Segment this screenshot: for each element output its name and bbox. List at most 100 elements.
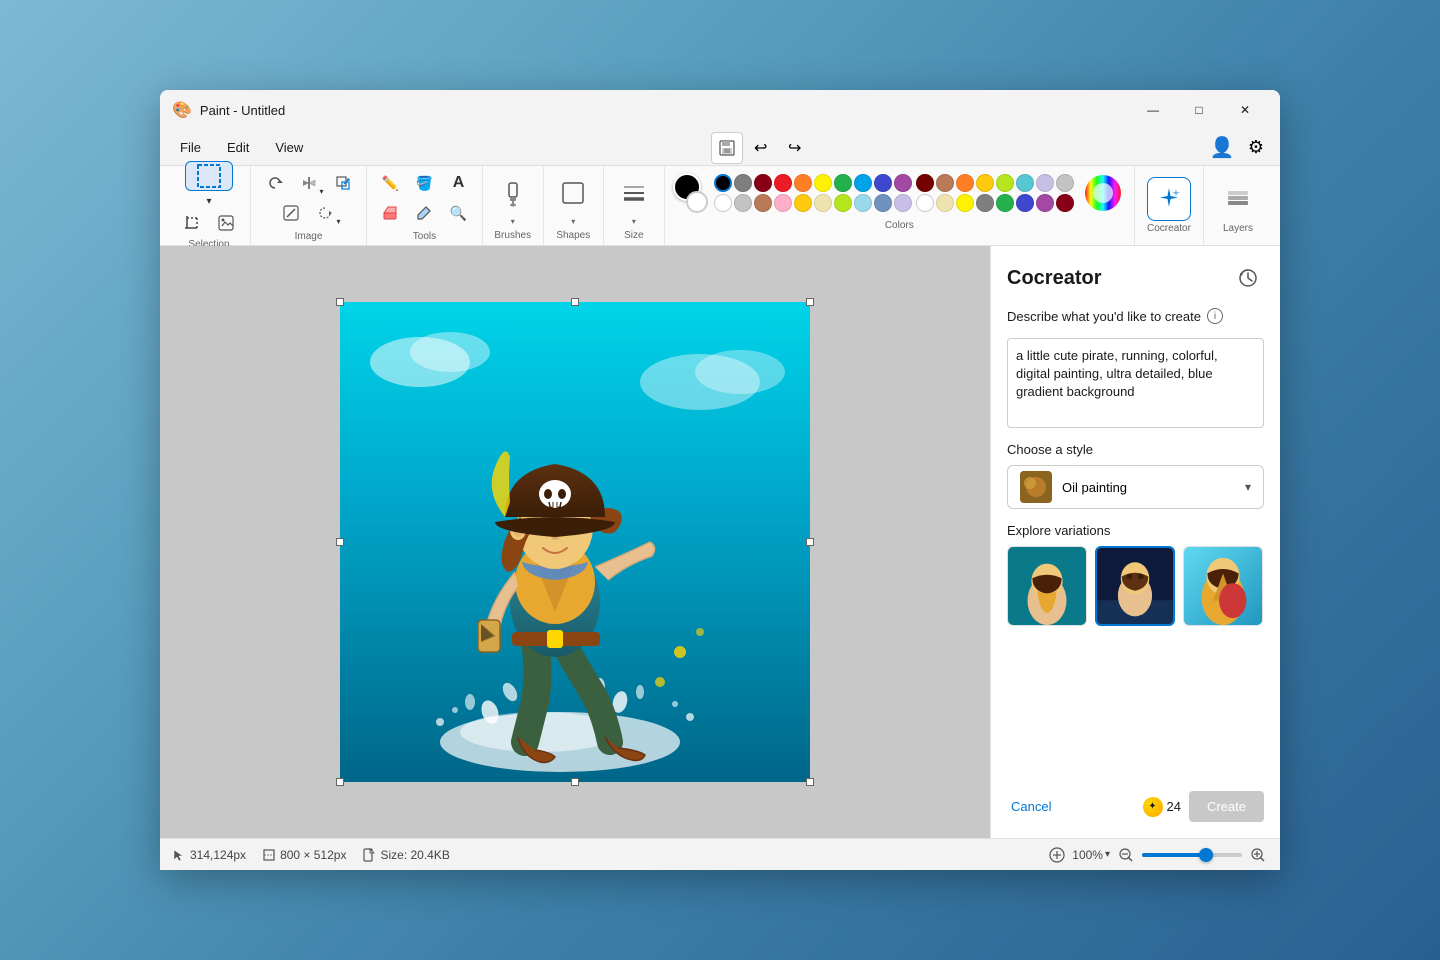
- color-violet[interactable]: [1036, 194, 1054, 212]
- zoom-slider[interactable]: [1142, 853, 1242, 857]
- panel-footer: Cancel ✦ 24 Create: [1007, 783, 1264, 822]
- info-icon[interactable]: i: [1207, 308, 1223, 324]
- color-indigo[interactable]: [874, 174, 892, 192]
- color-teal[interactable]: [1016, 174, 1034, 192]
- pencil-button[interactable]: ✏️: [374, 169, 406, 197]
- zoom-thumb[interactable]: [1199, 848, 1213, 862]
- color-picker-button[interactable]: [408, 199, 440, 227]
- variation-3[interactable]: [1183, 546, 1263, 626]
- color-gold[interactable]: [794, 194, 812, 212]
- color-brown[interactable]: [754, 194, 772, 212]
- crop-button[interactable]: [176, 209, 208, 237]
- color-green2[interactable]: [996, 194, 1014, 212]
- selection-tool-button[interactable]: [185, 161, 233, 191]
- color-periwinkle[interactable]: [1036, 174, 1054, 192]
- history-button[interactable]: [1232, 262, 1264, 294]
- brushes-button[interactable]: [491, 171, 535, 215]
- prompt-textarea[interactable]: a little cute pirate, running, colorful,…: [1007, 338, 1264, 428]
- cocreator-group[interactable]: Cocreator: [1135, 166, 1204, 245]
- color-grey[interactable]: [976, 194, 994, 212]
- settings-button[interactable]: ⚙: [1240, 132, 1272, 164]
- selection-dropdown[interactable]: ▾: [199, 193, 219, 209]
- cocreator-panel: Cocreator Describe what you'd like to cr…: [990, 246, 1280, 838]
- create-button[interactable]: Create: [1189, 791, 1264, 822]
- color-gainsboro[interactable]: [1056, 174, 1074, 192]
- color-white[interactable]: [714, 194, 732, 212]
- zoom-out-button[interactable]: [1116, 845, 1136, 865]
- variation-2[interactable]: [1095, 546, 1175, 626]
- user-avatar-button[interactable]: 👤: [1206, 132, 1238, 164]
- select-with-dropdown[interactable]: ▾: [309, 199, 341, 227]
- color-lavender[interactable]: [894, 194, 912, 212]
- size-button[interactable]: [612, 171, 656, 215]
- color-black[interactable]: [714, 174, 732, 192]
- rotate-button[interactable]: [259, 169, 291, 197]
- color-chartreuse[interactable]: [996, 174, 1014, 192]
- save-button[interactable]: [711, 132, 743, 164]
- color-blue2[interactable]: [1016, 194, 1034, 212]
- layers-group[interactable]: Layers: [1204, 166, 1272, 245]
- style-dropdown[interactable]: Oil painting ▾: [1007, 465, 1264, 509]
- handle-bottom-left[interactable]: [336, 778, 344, 786]
- magnify-button[interactable]: 🔍: [442, 199, 474, 227]
- color-blue[interactable]: [854, 174, 872, 192]
- color-red[interactable]: [774, 174, 792, 192]
- menu-file[interactable]: File: [168, 136, 213, 159]
- reimage-button[interactable]: [210, 209, 242, 237]
- color-silver[interactable]: [734, 194, 752, 212]
- color-steelblue[interactable]: [874, 194, 892, 212]
- handle-middle-right[interactable]: [806, 538, 814, 546]
- color-white2[interactable]: [916, 194, 934, 212]
- color-amber[interactable]: [976, 174, 994, 192]
- flip-button[interactable]: ▾: [293, 169, 325, 197]
- handle-middle-left[interactable]: [336, 538, 344, 546]
- color-pink[interactable]: [774, 194, 792, 212]
- color-yellow2[interactable]: [956, 194, 974, 212]
- handle-top-center[interactable]: [571, 298, 579, 306]
- color-lime[interactable]: [834, 194, 852, 212]
- full-screen-icon: [1048, 846, 1066, 864]
- zoom-in-button[interactable]: [1248, 845, 1268, 865]
- undo-button[interactable]: ↩: [745, 132, 777, 164]
- zoom-percent[interactable]: 100% ▾: [1072, 848, 1110, 862]
- color-gray[interactable]: [734, 174, 752, 192]
- menu-view[interactable]: View: [263, 136, 315, 159]
- eraser-button[interactable]: [374, 199, 406, 227]
- oil-painting-thumb: [1020, 471, 1052, 503]
- color-yellow[interactable]: [814, 174, 832, 192]
- color-wheat[interactable]: [936, 194, 954, 212]
- close-button[interactable]: ✕: [1222, 94, 1268, 126]
- erase-image-button[interactable]: [275, 199, 307, 227]
- color-wheel-icon: [1083, 173, 1123, 213]
- fg-bg-colors[interactable]: [673, 173, 708, 213]
- handle-top-left[interactable]: [336, 298, 344, 306]
- color-crimson[interactable]: [1056, 194, 1074, 212]
- describe-label: Describe what you'd like to create i: [1007, 308, 1264, 324]
- redo-button[interactable]: ↪: [779, 132, 811, 164]
- resize-button[interactable]: [327, 169, 359, 197]
- color-darkred[interactable]: [754, 174, 772, 192]
- text-button[interactable]: A: [442, 169, 474, 197]
- color-purple[interactable]: [894, 174, 912, 192]
- color-green[interactable]: [834, 174, 852, 192]
- handle-bottom-right[interactable]: [806, 778, 814, 786]
- canvas-area[interactable]: [160, 246, 990, 838]
- handle-bottom-center[interactable]: [571, 778, 579, 786]
- handle-top-right[interactable]: [806, 298, 814, 306]
- color-maroon[interactable]: [916, 174, 934, 192]
- variation-1[interactable]: [1007, 546, 1087, 626]
- menu-edit[interactable]: Edit: [215, 136, 261, 159]
- color-darkorange[interactable]: [956, 174, 974, 192]
- color-tan[interactable]: [936, 174, 954, 192]
- color-lightblue[interactable]: [854, 194, 872, 212]
- image-group: ▾: [251, 166, 367, 245]
- color-wheel-button[interactable]: [1080, 170, 1126, 216]
- cocreator-sparkle-icon: [1156, 186, 1182, 212]
- maximize-button[interactable]: □: [1176, 94, 1222, 126]
- color-cream[interactable]: [814, 194, 832, 212]
- minimize-button[interactable]: —: [1130, 94, 1176, 126]
- shapes-button[interactable]: [551, 171, 595, 215]
- fill-button[interactable]: 🪣: [408, 169, 440, 197]
- color-orange[interactable]: [794, 174, 812, 192]
- cancel-button[interactable]: Cancel: [1007, 791, 1055, 822]
